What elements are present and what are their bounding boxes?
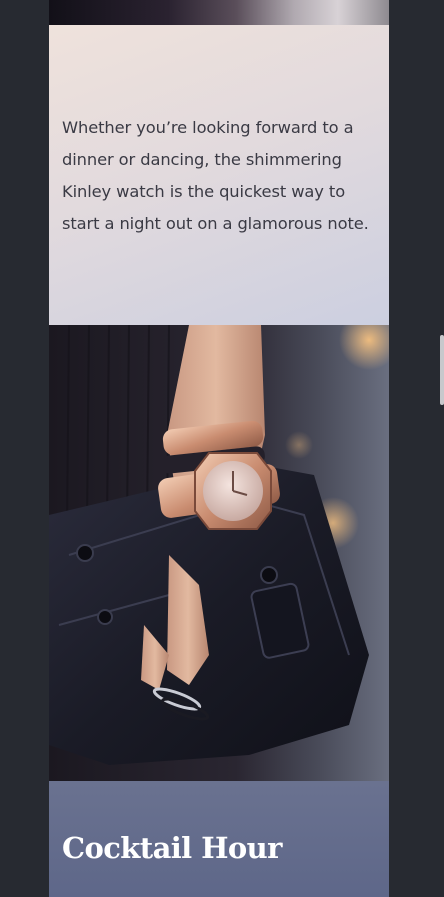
intro-panel: Whether you’re looking forward to a dinn… [49,25,389,325]
scrollbar-thumb[interactable] [440,335,444,405]
section-panel: Cocktail Hour [49,781,389,897]
content-column: Whether you’re looking forward to a dinn… [49,0,389,897]
intro-paragraph: Whether you’re looking forward to a dinn… [62,118,369,233]
page: Whether you’re looking forward to a dinn… [0,0,444,897]
watch-photo-illustration [49,325,389,781]
section-heading: Cocktail Hour [62,831,282,865]
previous-image-edge [49,0,389,25]
watch-product-photo [49,325,389,781]
